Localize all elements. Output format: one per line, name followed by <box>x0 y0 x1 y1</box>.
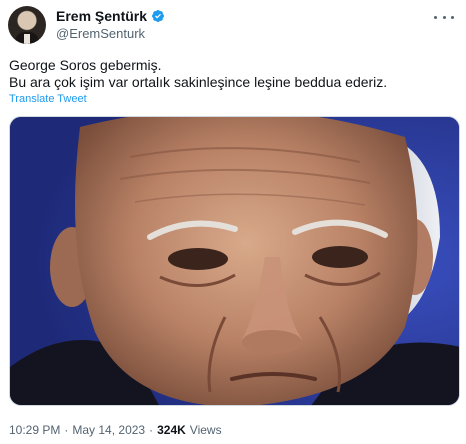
more-dot <box>434 15 437 19</box>
more-dot <box>442 15 446 19</box>
portrait-photo <box>10 117 459 405</box>
tweet-text-line: George Soros gebermiş. <box>9 57 162 73</box>
verified-badge-icon <box>152 10 165 22</box>
views-label: Views <box>189 423 222 437</box>
tweet-time[interactable]: 10:29 PM <box>9 423 60 437</box>
views-count: 324K <box>157 423 186 437</box>
tweet-text: George Soros gebermiş. Bu ara çok işim v… <box>9 57 449 91</box>
meta-separator: · <box>64 423 69 437</box>
author-display-name[interactable]: Erem Şentürk <box>56 8 147 24</box>
author-name-row[interactable]: Erem Şentürk <box>56 8 165 24</box>
tweet-date[interactable]: May 14, 2023 <box>72 423 145 437</box>
tweet-meta: 10:29 PM · May 14, 2023 · 324K Views <box>9 423 222 437</box>
tweet-text-line: Bu ara çok işim var ortalık sakinleşince… <box>9 74 388 90</box>
author-handle[interactable]: @EremSenturk <box>56 26 145 41</box>
more-dot <box>451 15 454 19</box>
more-horizontal-icon[interactable] <box>434 10 454 24</box>
translate-tweet-link[interactable]: Translate Tweet <box>9 93 87 105</box>
meta-separator: · <box>149 423 154 437</box>
tweet-photo[interactable] <box>9 116 460 406</box>
author-avatar[interactable] <box>8 6 46 44</box>
avatar-shirt <box>24 34 30 44</box>
tweet-card: Erem Şentürk @EremSenturk George Soros g… <box>0 0 466 444</box>
